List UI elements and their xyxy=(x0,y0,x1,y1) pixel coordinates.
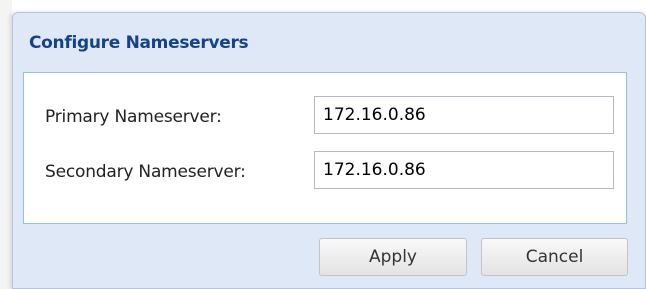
secondary-nameserver-input[interactable] xyxy=(314,151,614,189)
dialog-title: Configure Nameservers xyxy=(29,33,249,53)
primary-nameserver-label: Primary Nameserver: xyxy=(45,107,222,127)
primary-nameserver-input[interactable] xyxy=(314,96,614,134)
cancel-button[interactable]: Cancel xyxy=(481,238,628,276)
secondary-nameserver-label: Secondary Nameserver: xyxy=(45,162,246,182)
apply-button[interactable]: Apply xyxy=(319,238,467,276)
configure-nameservers-dialog: Configure Nameservers Primary Nameserver… xyxy=(12,12,646,289)
form-panel: Primary Nameserver: Secondary Nameserver… xyxy=(23,72,627,224)
background-page xyxy=(0,0,12,289)
